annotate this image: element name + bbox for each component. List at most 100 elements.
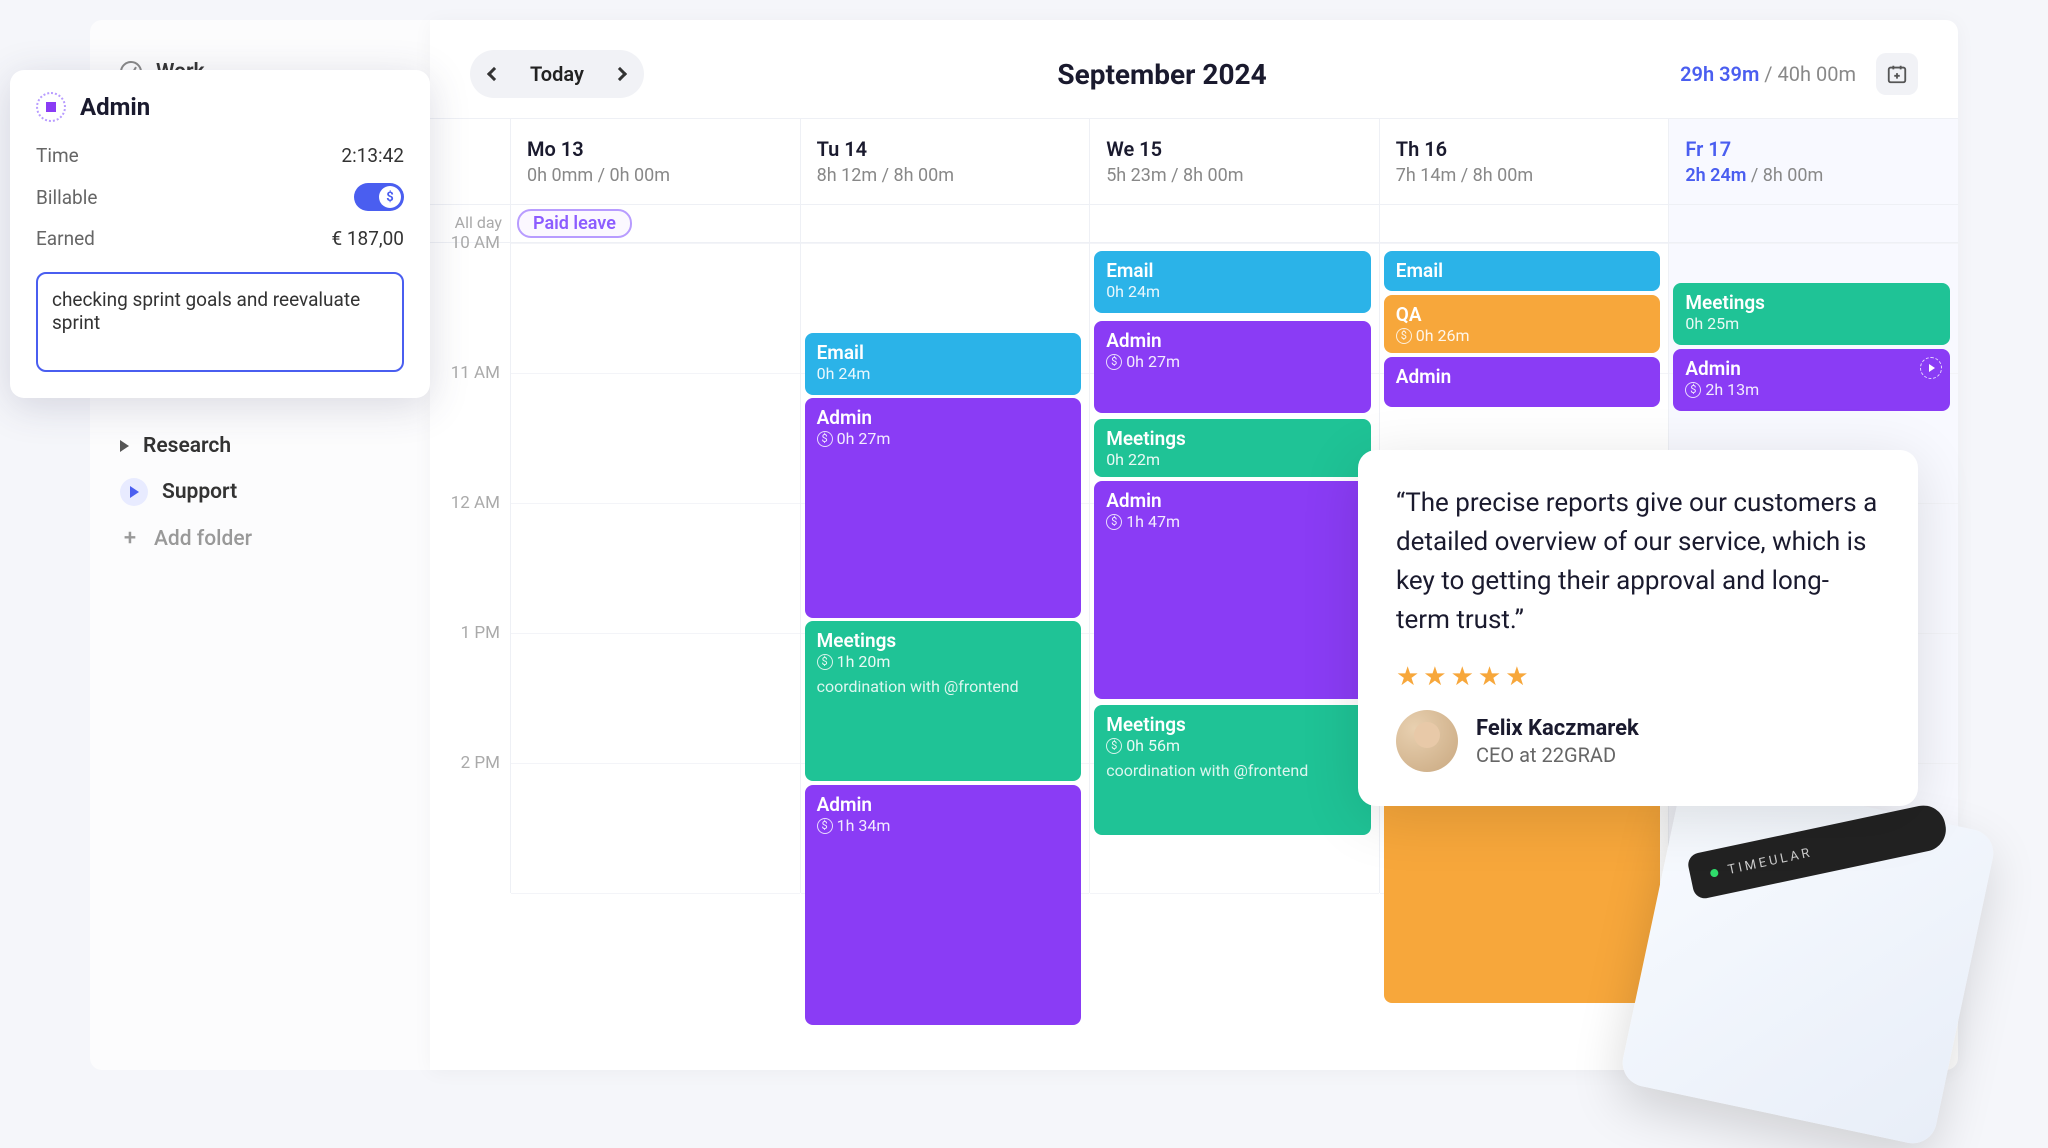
testimonial-person: Felix Kaczmarek CEO at 22GRAD [1396, 710, 1880, 772]
sidebar-item-research[interactable]: Research [90, 424, 430, 468]
allday-cell-fr[interactable] [1668, 205, 1958, 242]
time-label: 10 AM [430, 233, 510, 363]
hours-target: 40h 00m [1778, 62, 1856, 86]
day-header[interactable]: Mo 13 0h 0mm / 0h 00m [510, 119, 800, 204]
event-block[interactable]: Admin$1h 34m [805, 785, 1082, 1025]
event-duration: $1h 47m [1106, 512, 1359, 531]
calendar-plus-icon [1886, 63, 1908, 85]
event-block[interactable]: Admin$2h 13m [1673, 349, 1950, 411]
event-block[interactable]: Meetings0h 22m [1094, 419, 1371, 477]
event-block[interactable]: Meetings$0h 56mcoordination with @fronte… [1094, 705, 1371, 835]
event-title: Email [1396, 259, 1649, 282]
allday-cell-tu[interactable] [800, 205, 1090, 242]
calendar-header: Today September 2024 29h 39m / 40h 00m [430, 20, 1958, 118]
day-header[interactable]: Fr 172h 24m / 8h 00m [1668, 119, 1958, 204]
day-hours: 2h 24m / 8h 00m [1685, 165, 1942, 186]
event-block[interactable]: Email0h 24m [1094, 251, 1371, 313]
chevron-right-icon [613, 67, 627, 81]
day-header[interactable]: Tu 14 8h 12m / 8h 00m [800, 119, 1090, 204]
star-rating: ★★★★★ [1396, 662, 1880, 692]
allday-row: All day Paid leave [430, 205, 1958, 243]
popup-earned-label: Earned [36, 227, 95, 250]
event-duration: 0h 24m [1106, 282, 1359, 301]
time-label: 1 PM [430, 623, 510, 753]
paid-leave-badge[interactable]: Paid leave [517, 209, 632, 238]
event-title: Meetings [817, 629, 1070, 652]
event-title: Admin [1685, 357, 1938, 380]
day-header[interactable]: Th 167h 14m / 8h 00m [1379, 119, 1669, 204]
time-label: 2 PM [430, 753, 510, 883]
next-button[interactable] [600, 54, 640, 94]
hours-summary: 29h 39m / 40h 00m [1680, 62, 1856, 86]
day-column-we[interactable]: Email0h 24mAdmin$0h 27mMeetings0h 22mAdm… [1089, 243, 1379, 893]
event-block[interactable]: Email0h 24m [805, 333, 1082, 395]
event-block[interactable]: Meetings0h 25m [1673, 283, 1950, 345]
event-block[interactable]: Admin [1384, 357, 1661, 407]
day-label: Tu 14 [817, 137, 1074, 161]
time-label: 11 AM [430, 363, 510, 493]
person-name: Felix Kaczmarek [1476, 716, 1639, 741]
date-nav-group: Today [470, 50, 644, 98]
event-duration: 0h 24m [817, 364, 1070, 383]
chevron-left-icon [487, 67, 501, 81]
allday-cell-th[interactable] [1379, 205, 1669, 242]
sidebar-research-label: Research [143, 434, 231, 458]
event-title: Meetings [1106, 427, 1359, 450]
event-block[interactable]: Email [1384, 251, 1661, 291]
day-column-mo[interactable] [510, 243, 800, 893]
popup-earned-row: Earned € 187,00 [36, 219, 404, 258]
event-duration: $2h 13m [1685, 380, 1938, 399]
day-label: We 15 [1106, 137, 1363, 161]
event-block[interactable]: Admin$1h 47m [1094, 481, 1371, 699]
event-duration: $0h 27m [1106, 352, 1359, 371]
add-folder-button[interactable]: + Add folder [90, 516, 430, 561]
event-block[interactable]: QA$0h 26m [1384, 295, 1661, 353]
plus-icon: + [120, 526, 140, 551]
day-column-tu[interactable]: Email0h 24mAdmin$0h 27mMeetings$1h 20mco… [800, 243, 1090, 893]
calendar-add-button[interactable] [1876, 53, 1918, 95]
event-title: QA [1396, 303, 1649, 326]
day-label: Th 16 [1396, 137, 1653, 161]
billable-toggle[interactable]: $ [354, 183, 404, 211]
day-label: Mo 13 [527, 137, 784, 161]
prev-button[interactable] [474, 54, 514, 94]
event-title: Admin [1106, 489, 1359, 512]
popup-billable-label: Billable [36, 186, 97, 209]
activity-icon [36, 92, 66, 122]
today-button[interactable]: Today [514, 62, 600, 86]
popup-time-row: Time 2:13:42 [36, 136, 404, 175]
event-duration: $0h 56m [1106, 736, 1359, 755]
day-header[interactable]: We 155h 23m / 8h 00m [1089, 119, 1379, 204]
month-title: September 2024 [1057, 58, 1266, 91]
event-title: Admin [817, 406, 1070, 429]
device-illustration: TIMEULAR [1588, 758, 2008, 1138]
days-header: Mo 13 0h 0mm / 0h 00m Tu 14 8h 12m / 8h 00m… [430, 118, 1958, 205]
event-block[interactable]: Admin$0h 27m [1094, 321, 1371, 413]
popup-billable-row: Billable $ [36, 175, 404, 219]
testimonial-quote: “The precise reports give our customers … [1396, 484, 1880, 640]
dollar-icon: $ [379, 186, 401, 208]
day-hours: 8h 12m / 8h 00m [817, 165, 1074, 186]
popup-title: Admin [80, 93, 150, 121]
note-input[interactable] [36, 272, 404, 372]
event-title: Admin [1396, 365, 1649, 388]
event-duration: $1h 34m [817, 816, 1070, 835]
event-duration: $0h 26m [1396, 326, 1649, 345]
add-folder-label: Add folder [154, 527, 252, 551]
sidebar-item-support[interactable]: Support [90, 468, 430, 516]
allday-cell-mo[interactable]: Paid leave [510, 205, 800, 242]
event-title: Email [817, 341, 1070, 364]
dollar-icon: $ [817, 654, 833, 670]
dollar-icon: $ [817, 431, 833, 447]
day-hours: 0h 0mm / 0h 00m [527, 165, 784, 186]
dollar-icon: $ [1106, 354, 1122, 370]
event-block[interactable]: Admin$0h 27m [805, 398, 1082, 618]
triangle-right-icon [130, 486, 139, 498]
popup-earned-value: € 187,00 [331, 227, 404, 250]
event-block[interactable]: Meetings$1h 20mcoordination with @fronte… [805, 621, 1082, 781]
time-label: 12 AM [430, 493, 510, 623]
dollar-icon: $ [817, 818, 833, 834]
allday-cell-we[interactable] [1089, 205, 1379, 242]
dollar-icon: $ [1396, 328, 1412, 344]
play-icon[interactable] [1920, 357, 1942, 379]
